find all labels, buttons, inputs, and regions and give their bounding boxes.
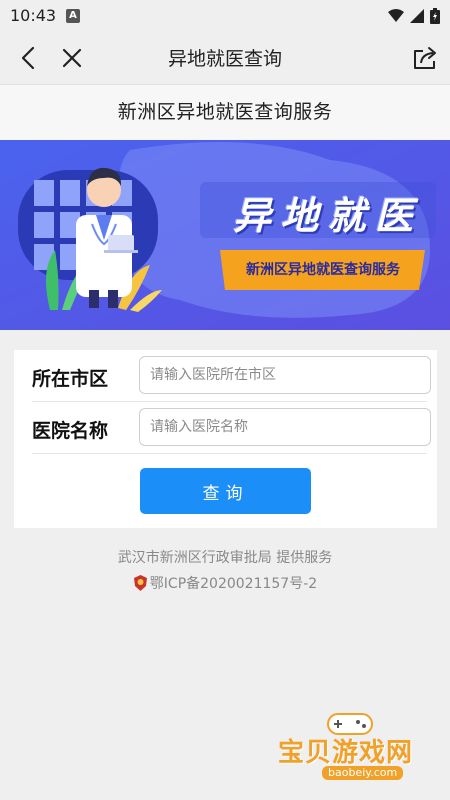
watermark-url: baobeiy.com [322,766,404,780]
icp-number[interactable]: 鄂ICP备2020021157号-2 [150,573,317,593]
city-row: 所在市区 [32,350,431,402]
share-button[interactable] [410,44,440,72]
battery-icon [430,8,440,24]
city-input[interactable] [139,356,431,394]
watermark-text: 宝贝游戏网 [278,738,414,768]
signal-icon [410,9,424,23]
footer-provider: 武汉市新洲区行政审批局 提供服务 [117,550,333,566]
nav-bar: 异地就医查询 [0,32,450,84]
banner: 异 地 就 医 新洲区异地就医查询服务 [0,140,450,330]
page-title: 新洲区异地就医查询服务 [117,101,333,123]
hospital-input[interactable] [139,408,431,446]
banner-subtitle: 新洲区异地就医查询服务 [246,262,400,278]
notification-icon: A [66,9,80,23]
query-button[interactable]: 查询 [140,468,311,514]
hospital-row: 医院名称 [32,402,431,454]
wifi-icon [388,9,404,22]
query-form: 所在市区 医院名称 查询 [14,350,437,528]
hospital-label: 医院名称 [32,420,109,442]
nav-title: 异地就医查询 [167,48,282,70]
banner-headline: 异 地 就 医 [233,193,413,238]
city-label: 所在市区 [32,368,109,390]
status-time: 10:43 [10,6,57,25]
status-bar: 10:43 A [0,0,450,32]
status-icons [388,8,440,24]
watermark: 宝贝游戏网 baobeiy.com [270,710,430,790]
page-header: 新洲区异地就医查询服务 [0,84,450,140]
police-emblem-icon [133,575,147,591]
footer-icp[interactable]: 鄂ICP备2020021157号-2 [0,573,450,593]
share-icon [414,47,436,69]
